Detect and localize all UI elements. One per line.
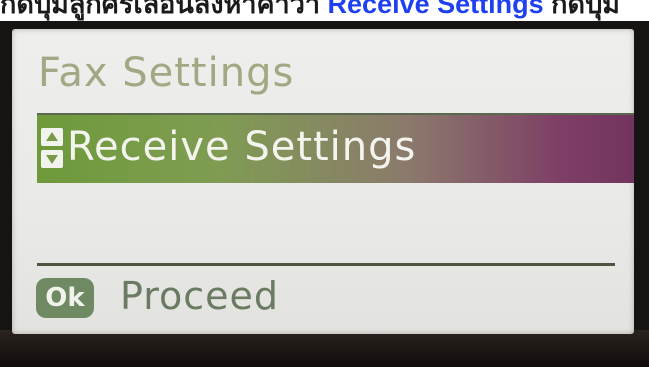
caption-highlight: Receive Settings bbox=[327, 0, 544, 19]
screen-title: Fax Settings bbox=[38, 50, 295, 96]
proceed-label: Proceed bbox=[120, 274, 280, 318]
page: กดปุ่มลูกศรเลื่อนลงหาคำว่า Receive Setti… bbox=[0, 0, 649, 367]
menu-item-receive-settings[interactable]: Receive Settings bbox=[37, 113, 634, 183]
lcd-screen: Fax Settings Receive Settings Ok Proceed bbox=[12, 29, 634, 334]
printer-bezel-bottom bbox=[0, 330, 649, 367]
ok-button-icon[interactable]: Ok bbox=[36, 278, 94, 318]
scroll-down-icon bbox=[41, 150, 63, 168]
footer-divider bbox=[37, 263, 615, 266]
scroll-up-icon bbox=[41, 128, 63, 146]
menu-item-label: Receive Settings bbox=[67, 124, 417, 170]
instruction-caption: กดปุ่มลูกศรเลื่อนลงหาคำว่า Receive Setti… bbox=[0, 0, 649, 21]
caption-suffix: กดปุ่ม bbox=[543, 0, 620, 19]
caption-prefix: กดปุ่มลูกศรเลื่อนลงหาคำว่า bbox=[0, 0, 328, 19]
scroll-up-down-icon bbox=[41, 128, 63, 168]
